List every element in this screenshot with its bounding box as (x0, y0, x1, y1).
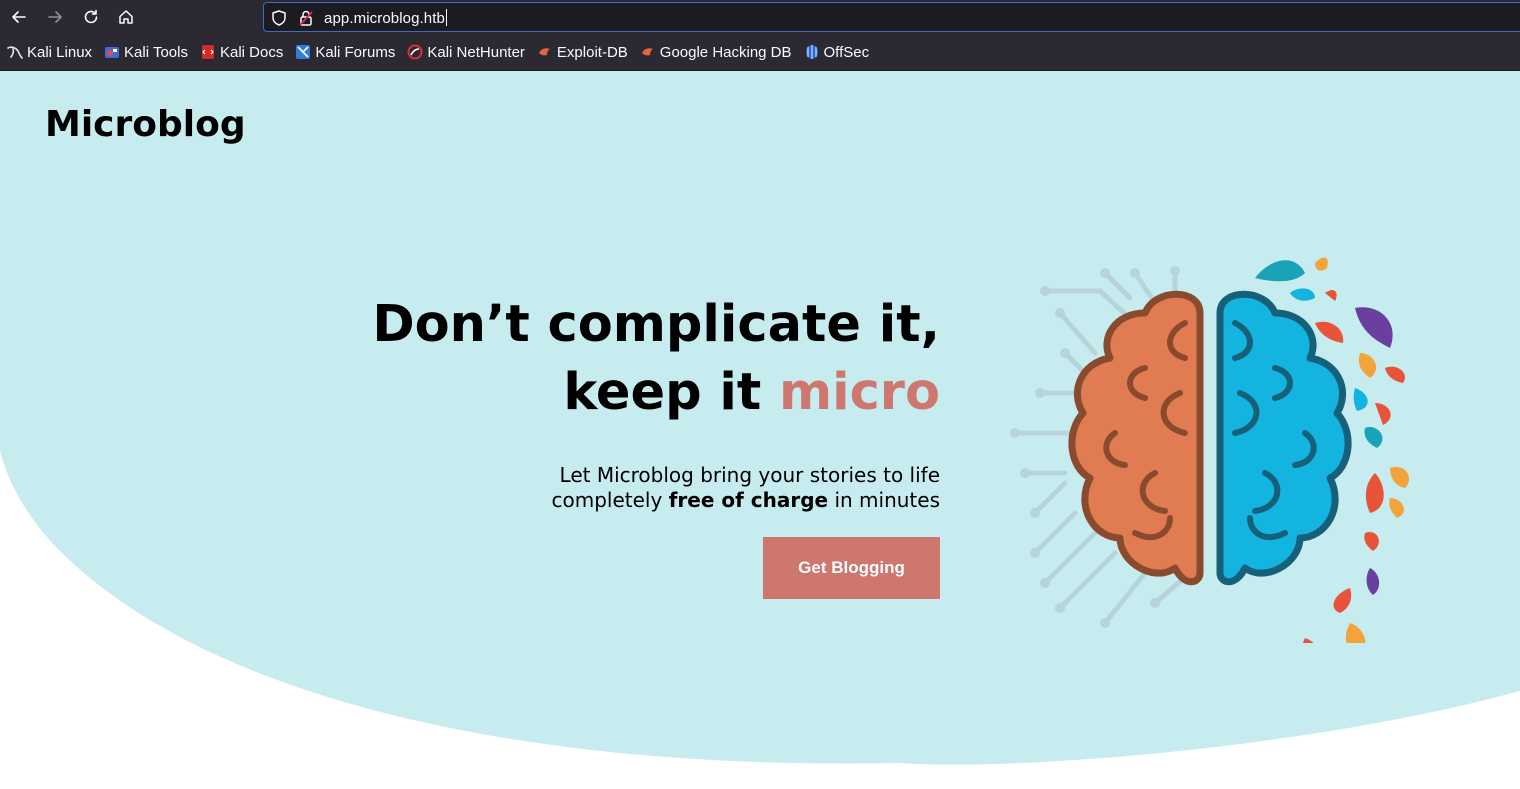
kali-tools-icon (104, 44, 120, 60)
reload-button[interactable] (79, 5, 103, 29)
site-logo[interactable]: Microblog (45, 104, 246, 145)
hero-subtitle: Let Microblog bring your stories to life… (240, 463, 940, 513)
kali-nethunter-icon (407, 44, 423, 60)
bookmark-kali-nethunter[interactable]: Kali NetHunter (407, 39, 525, 65)
bookmark-kali-linux[interactable]: Kali Linux (7, 39, 92, 65)
url-bar[interactable]: app.microblog.htb (263, 2, 1520, 32)
bookmark-offsec[interactable]: OffSec (804, 39, 869, 65)
kali-docs-icon (200, 44, 216, 60)
ghdb-icon (640, 44, 656, 60)
subtitle-bold: free of charge (668, 488, 829, 512)
page-content: Microblog Don’t complicate it, keep it m… (0, 71, 1520, 789)
browser-toolbar: app.microblog.htb (0, 0, 1520, 34)
kali-forums-icon (295, 44, 311, 60)
back-button[interactable] (7, 5, 31, 29)
arrow-right-icon (48, 11, 62, 23)
get-blogging-button[interactable]: Get Blogging (763, 537, 940, 599)
offsec-icon (804, 44, 820, 60)
headline-line-2: keep it micro (563, 363, 940, 422)
reload-icon (84, 9, 98, 24)
hero-headline: Don’t complicate it, keep it micro (240, 291, 940, 427)
exploit-db-icon (537, 44, 553, 60)
url-text[interactable]: app.microblog.htb (324, 9, 447, 27)
brain-illustration-icon (1010, 257, 1410, 643)
hero-section: Don’t complicate it, keep it micro Let M… (240, 291, 940, 513)
headline-line-1: Don’t complicate it, (372, 295, 940, 354)
home-icon (119, 10, 133, 24)
bookmark-kali-forums[interactable]: Kali Forums (295, 39, 395, 65)
bookmark-kali-docs[interactable]: Kali Docs (200, 39, 283, 65)
text-caret (445, 9, 447, 26)
bookmarks-toolbar: Kali Linux Kali Tools Kali Docs Kali For… (0, 34, 1520, 71)
bookmark-kali-tools[interactable]: Kali Tools (104, 39, 188, 65)
shield-icon[interactable] (270, 9, 288, 27)
bookmark-google-hacking-db[interactable]: Google Hacking DB (640, 39, 792, 65)
subtitle-line-1: Let Microblog bring your stories to life (559, 463, 940, 487)
forward-button[interactable] (43, 5, 67, 29)
bookmark-exploit-db[interactable]: Exploit-DB (537, 39, 628, 65)
arrow-left-icon (12, 11, 26, 23)
kali-dragon-icon (7, 44, 23, 60)
subtitle-line-2: completely free of charge in minutes (551, 488, 940, 512)
home-button[interactable] (114, 5, 138, 29)
insecure-lock-icon[interactable] (297, 9, 315, 27)
headline-accent: micro (778, 363, 940, 422)
